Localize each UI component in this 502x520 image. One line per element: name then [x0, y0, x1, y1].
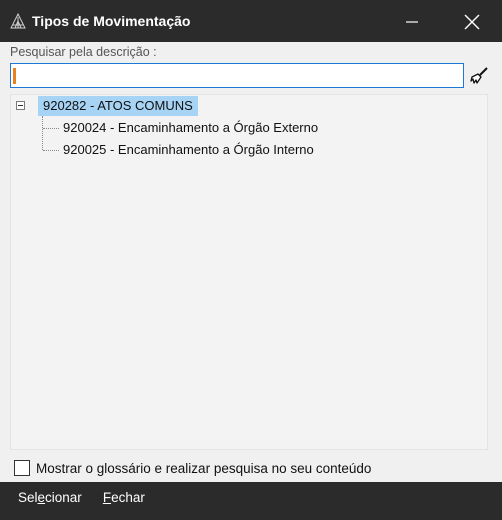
clear-search-button[interactable]: [467, 63, 491, 88]
select-button[interactable]: Selecionar: [18, 488, 82, 507]
select-accelerator: e: [37, 489, 46, 505]
close-icon: [464, 14, 480, 30]
close-accelerator: F: [102, 489, 112, 505]
content-panel: Pesquisar pela descrição : 920282 - ATOS…: [0, 42, 502, 482]
text-caret: [13, 68, 16, 84]
select-label-end: cionar: [45, 489, 82, 505]
brush-icon: [470, 66, 488, 84]
minimize-icon: [406, 21, 418, 23]
tree-child-node[interactable]: 920025 - Encaminhamento a Órgão Interno: [63, 140, 314, 160]
collapse-toggle[interactable]: [16, 101, 25, 110]
close-dialog-button[interactable]: Fechar: [103, 488, 145, 507]
minimize-button[interactable]: [392, 6, 432, 38]
window-title: Tipos de Movimentação: [32, 13, 191, 29]
select-label-start: Sel: [18, 489, 38, 505]
tree-child-node[interactable]: 920024 - Encaminhamento a Órgão Externo: [63, 118, 318, 138]
tree-connector: [43, 150, 59, 151]
footer-bar: Selecionar Fechar: [7, 482, 495, 512]
search-label: Pesquisar pela descrição :: [10, 45, 157, 59]
close-label-end: echar: [111, 489, 145, 505]
dialog-window: Tipos de Movimentação Pesquisar pela des…: [0, 0, 502, 520]
title-bar[interactable]: Tipos de Movimentação: [0, 0, 502, 42]
glossary-label: Mostrar o glossário e realizar pesquisa …: [36, 460, 372, 476]
tree-connector: [43, 128, 59, 129]
glossary-option[interactable]: Mostrar o glossário e realizar pesquisa …: [14, 459, 371, 477]
search-input[interactable]: [10, 63, 464, 88]
tree-connector: [42, 116, 43, 150]
movement-types-tree[interactable]: 920282 - ATOS COMUNS 920024 - Encaminham…: [10, 94, 488, 450]
tree-root-node[interactable]: 920282 - ATOS COMUNS: [38, 96, 198, 116]
app-logo-icon: [10, 13, 26, 29]
glossary-checkbox[interactable]: [14, 460, 30, 476]
close-button[interactable]: [452, 6, 492, 38]
